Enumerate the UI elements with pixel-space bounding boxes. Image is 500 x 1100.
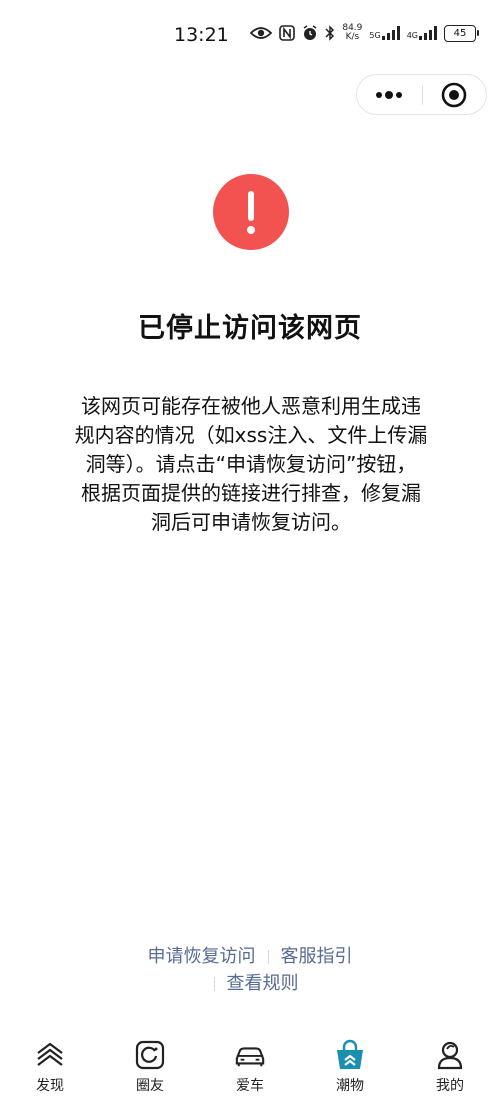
links-row: 查看规则: [0, 971, 500, 997]
tab-label: 爱车: [236, 1078, 264, 1094]
close-button[interactable]: [422, 75, 486, 114]
close-circle-icon: [441, 82, 467, 107]
tab-car[interactable]: 爱车: [200, 1030, 300, 1100]
signal-bars-icon: [381, 26, 400, 40]
signal-4g-label: 4G: [406, 31, 418, 40]
customer-service-link[interactable]: 客服指引: [281, 944, 353, 970]
description-line: 洞等）。请点击“申请恢复访问”按钮，: [85, 452, 417, 476]
battery-indicator: 45: [444, 24, 479, 42]
tab-discover[interactable]: 发现: [0, 1030, 100, 1100]
page: 13:21 84.9 K/s 5G 4G 45 已停止访问该网页 该网页可能存在…: [0, 0, 500, 1100]
description-line: 洞后可申请恢复访问。: [151, 510, 351, 534]
tab-mine[interactable]: 我的: [400, 1030, 500, 1100]
exclamation-bar: [248, 191, 254, 221]
view-rules-link[interactable]: 查看规则: [227, 971, 299, 997]
status-icons: 84.9 K/s 5G 4G 45: [250, 24, 479, 42]
request-restore-link[interactable]: 申请恢复访问: [148, 944, 256, 970]
network-speed: 84.9 K/s: [342, 24, 362, 42]
link-divider: [267, 950, 269, 964]
tab-bar: 发现 圈友 爱车 潮物 我的: [0, 1030, 500, 1100]
alarm-icon: [302, 25, 318, 41]
tab-label: 我的: [436, 1078, 464, 1094]
eye-icon: [250, 26, 273, 40]
tab-label: 潮物: [336, 1078, 364, 1094]
bluetooth-icon: [325, 25, 335, 41]
link-divider: [213, 977, 215, 991]
status-time: 13:21: [174, 24, 229, 46]
more-dots-icon: [376, 90, 402, 99]
signal-4g: 4G: [407, 26, 437, 40]
more-button[interactable]: [357, 75, 421, 114]
exclamation-dot: [247, 226, 255, 234]
status-bar: 13:21 84.9 K/s 5G 4G 45: [0, 0, 500, 72]
tab-label: 圈友: [136, 1078, 164, 1094]
profile-icon: [434, 1039, 466, 1071]
tab-trendy[interactable]: 潮物: [300, 1030, 400, 1100]
exclamation-icon: [213, 174, 289, 250]
description-line: 该网页可能存在被他人恶意利用生成违: [81, 394, 421, 418]
miniprogram-capsule: [356, 74, 487, 115]
description: 该网页可能存在被他人恶意利用生成违 规内容的情况（如xss注入、文件上传漏 洞等…: [50, 392, 452, 537]
car-icon: [234, 1039, 266, 1071]
description-line: 规内容的情况（如xss注入、文件上传漏: [74, 423, 428, 447]
signal-5g: 5G: [369, 26, 400, 40]
tab-label: 发现: [36, 1078, 64, 1094]
shopping-bag-icon: [334, 1039, 366, 1071]
tab-friends[interactable]: 圈友: [100, 1030, 200, 1100]
page-title: 已停止访问该网页: [138, 313, 362, 344]
nfc-icon: [279, 25, 296, 41]
signal-5g-label: 5G: [369, 31, 381, 40]
links-row: 申请恢复访问 客服指引: [0, 944, 500, 970]
signal-bars-icon: [419, 26, 437, 40]
description-line: 根据页面提供的链接进行排查，修复漏: [81, 481, 421, 505]
friends-circle-icon: [134, 1039, 166, 1071]
network-speed-unit: K/s: [345, 32, 360, 42]
discover-icon: [34, 1039, 66, 1071]
